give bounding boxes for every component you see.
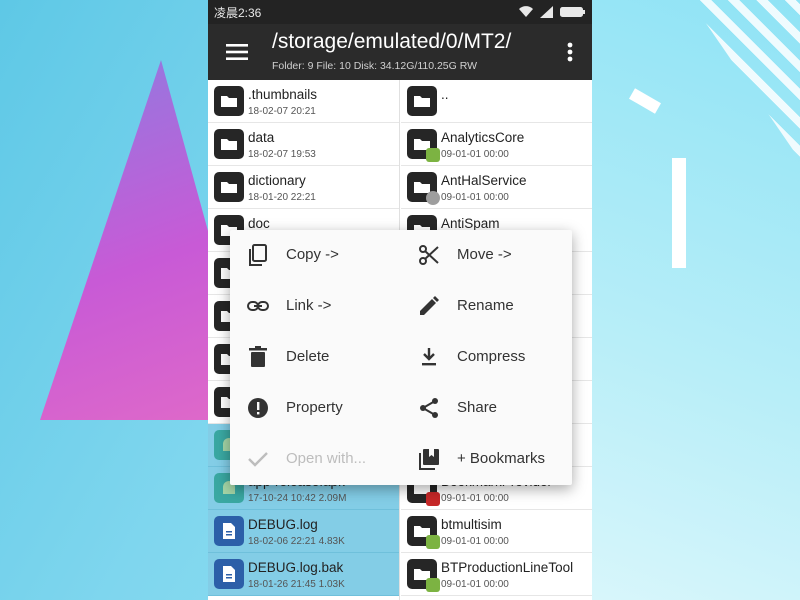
bookmarks-icon bbox=[419, 449, 439, 470]
file-name: AntiSpam bbox=[441, 216, 500, 231]
menu-item-label: Move -> bbox=[457, 246, 512, 263]
folder-icon bbox=[214, 86, 244, 116]
android-badge-icon bbox=[426, 578, 440, 592]
menu-item-label: Delete bbox=[286, 348, 330, 365]
file-meta: 18-01-20 22:21 bbox=[248, 192, 316, 203]
file-meta: 09-01-01 00:00 bbox=[441, 536, 509, 547]
file-meta: 09-01-01 00:00 bbox=[441, 192, 509, 203]
menu-item-share[interactable]: Share bbox=[401, 383, 572, 434]
file-name: AnalyticsCore bbox=[441, 130, 525, 145]
menu-item-copy[interactable]: Copy -> bbox=[230, 230, 401, 281]
app-bar: /storage/emulated/0/MT2/ Folder: 9 File:… bbox=[208, 24, 592, 80]
folder-icon bbox=[407, 86, 437, 116]
menu-item-move[interactable]: Move -> bbox=[401, 230, 572, 281]
context-menu: Copy -> Move -> Link -> Rename Delete Compres… bbox=[230, 230, 572, 485]
menu-item-label: + Bookmarks bbox=[457, 450, 545, 467]
menu-item-property[interactable]: Property bbox=[230, 383, 401, 434]
menu-item-label: Rename bbox=[457, 297, 514, 314]
file-row[interactable]: .. bbox=[401, 80, 592, 123]
menu-item-label: Link -> bbox=[286, 297, 332, 314]
file-name: btmultisim bbox=[441, 517, 502, 532]
more-vert-icon[interactable] bbox=[562, 38, 578, 66]
file-name: dictionary bbox=[248, 173, 306, 188]
android-badge-icon bbox=[426, 148, 440, 162]
trash-icon bbox=[249, 346, 267, 367]
background-bar bbox=[672, 158, 686, 268]
file-meta: 18-02-06 22:21 4.83K bbox=[248, 536, 345, 547]
file-name: .. bbox=[441, 87, 449, 102]
document-icon bbox=[214, 516, 244, 546]
folder-icon bbox=[407, 516, 440, 549]
pencil-icon bbox=[420, 296, 439, 315]
file-meta: 18-02-07 19:53 bbox=[248, 149, 316, 160]
file-meta: 09-01-01 00:00 bbox=[441, 149, 509, 160]
file-row[interactable]: dictionary 18-01-20 22:21 bbox=[208, 166, 399, 209]
file-name: AntHalService bbox=[441, 173, 527, 188]
status-bar: 凌晨2:36 bbox=[208, 0, 592, 24]
file-row[interactable]: btmultisim 09-01-01 00:00 bbox=[401, 510, 592, 553]
folder-icon bbox=[214, 129, 244, 159]
menu-item-rename[interactable]: Rename bbox=[401, 281, 572, 332]
file-meta: 17-10-24 10:42 2.09M bbox=[248, 493, 347, 504]
file-name: BTProductionLineTool bbox=[441, 560, 574, 575]
current-path: /storage/emulated/0/MT2/ bbox=[272, 30, 512, 53]
menu-item-label: Copy -> bbox=[286, 246, 339, 263]
gear-badge-icon bbox=[426, 191, 440, 205]
file-row[interactable]: DEBUG.log.bak 18-01-26 21:45 1.03K bbox=[208, 553, 399, 596]
info-icon bbox=[248, 398, 268, 418]
file-row[interactable]: AnalyticsCore 09-01-01 00:00 bbox=[401, 123, 592, 166]
file-row[interactable]: data 18-02-07 19:53 bbox=[208, 123, 399, 166]
download-icon bbox=[422, 348, 436, 366]
link-icon bbox=[247, 301, 269, 311]
folder-icon bbox=[407, 172, 440, 205]
menu-item-open-with: Open with... bbox=[230, 434, 401, 485]
file-meta: 18-02-07 20:21 bbox=[248, 106, 316, 117]
check-icon bbox=[248, 452, 268, 467]
background-right-panel bbox=[590, 0, 800, 600]
file-row[interactable]: BTProductionLineTool 09-01-01 00:00 bbox=[401, 553, 592, 596]
background-stripes bbox=[690, 0, 800, 160]
menu-item-label: Share bbox=[457, 399, 498, 416]
file-name: .thumbnails bbox=[248, 87, 318, 102]
copy-icon bbox=[249, 244, 267, 266]
file-meta: 09-01-01 00:00 bbox=[441, 493, 509, 504]
hamburger-menu-icon[interactable] bbox=[222, 38, 252, 66]
file-name: DEBUG.log.bak bbox=[248, 560, 344, 575]
folder-icon bbox=[407, 559, 440, 592]
menu-item-link[interactable]: Link -> bbox=[230, 281, 401, 332]
folder-info: Folder: 9 File: 10 Disk: 34.12G/110.25G … bbox=[272, 60, 478, 72]
scissors-icon bbox=[419, 245, 439, 265]
signal-icon bbox=[540, 6, 553, 18]
menu-item-label: Property bbox=[286, 399, 343, 416]
menu-item-bookmarks[interactable]: + Bookmarks bbox=[401, 434, 572, 485]
file-row[interactable]: .thumbnails 18-02-07 20:21 bbox=[208, 80, 399, 123]
book-badge-icon bbox=[426, 492, 440, 506]
folder-icon bbox=[214, 172, 244, 202]
folder-icon bbox=[407, 129, 440, 162]
file-name: doc bbox=[248, 216, 270, 231]
file-row[interactable]: DEBUG.log 18-02-06 22:21 4.83K bbox=[208, 510, 399, 553]
menu-item-compress[interactable]: Compress bbox=[401, 332, 572, 383]
wifi-icon bbox=[519, 6, 533, 18]
file-meta: 18-01-26 21:45 1.03K bbox=[248, 579, 345, 590]
menu-item-label: Open with... bbox=[286, 450, 367, 467]
menu-item-delete[interactable]: Delete bbox=[230, 332, 401, 383]
background-dash bbox=[629, 88, 661, 114]
status-icons bbox=[518, 6, 586, 18]
file-name: data bbox=[248, 130, 275, 145]
android-badge-icon bbox=[426, 535, 440, 549]
file-row[interactable]: AntHalService 09-01-01 00:00 bbox=[401, 166, 592, 209]
menu-item-label: Compress bbox=[457, 348, 526, 365]
share-icon bbox=[420, 398, 438, 418]
file-meta: 09-01-01 00:00 bbox=[441, 579, 509, 590]
file-name: DEBUG.log bbox=[248, 517, 318, 532]
status-time: 凌晨2:36 bbox=[214, 5, 262, 20]
battery-icon bbox=[560, 7, 585, 17]
document-icon bbox=[214, 559, 244, 589]
